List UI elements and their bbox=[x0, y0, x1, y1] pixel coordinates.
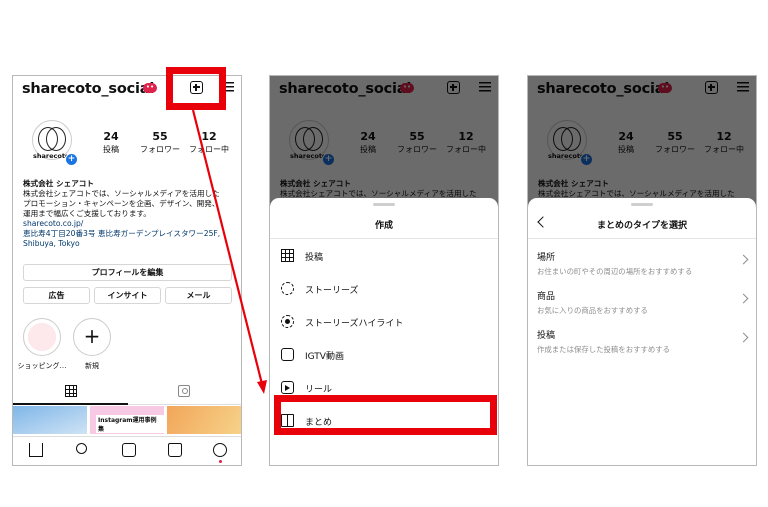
arrow-annotation bbox=[191, 109, 267, 394]
arrow-line bbox=[191, 109, 264, 385]
arrow-head bbox=[257, 380, 267, 394]
